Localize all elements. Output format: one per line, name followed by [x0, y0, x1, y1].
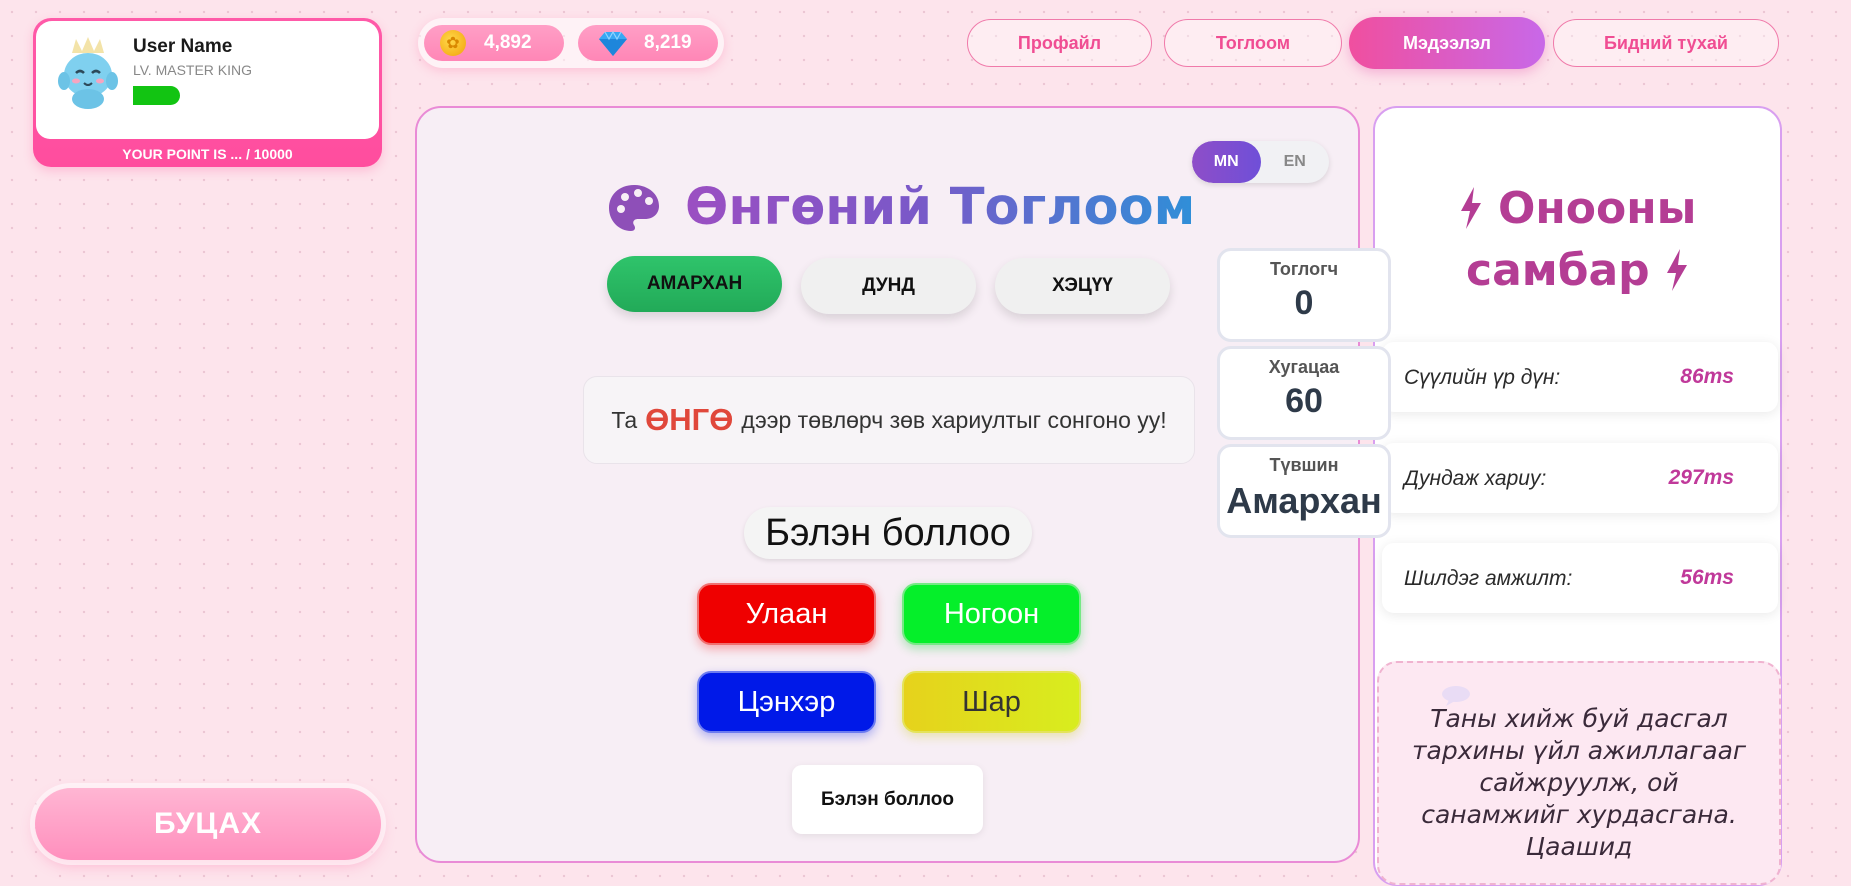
coin-count: 4,892: [484, 32, 532, 53]
user-level: LV. MASTER KING: [133, 62, 253, 78]
tip-text: Таны хийж буй дасгал тархины үйл ажиллаг…: [1411, 704, 1747, 861]
stat-level-label: Түвшин: [1269, 455, 1339, 475]
palette-icon: [609, 184, 659, 231]
user-name: User Name: [133, 36, 233, 57]
diamond-icon: [599, 30, 627, 56]
ready-button[interactable]: Бэлэн боллоо: [792, 765, 983, 834]
stat-level-value: Амархан: [1226, 480, 1382, 521]
game-title: Өнгөний Тоглоом: [607, 178, 1195, 237]
score-value-average: 297ms: [1668, 466, 1734, 489]
game-status-display: Бэлэн боллоо: [744, 507, 1032, 559]
user-card-inner: User Name LV. MASTER KING: [36, 21, 379, 139]
tab-game[interactable]: Тоглоом: [1164, 19, 1342, 67]
stat-player: Тоглогч 0: [1217, 248, 1391, 342]
lightning-icon: [1460, 187, 1481, 229]
tip-box: Таны хийж буй дасгал тархины үйл ажиллаг…: [1377, 661, 1781, 885]
stat-time: Хугацаа 60: [1217, 346, 1391, 440]
score-row-last: Сүүлийн үр дүн: 86ms: [1382, 342, 1778, 412]
lang-en-button[interactable]: EN: [1261, 141, 1330, 183]
tab-info[interactable]: Мэдээлэл: [1349, 17, 1545, 69]
tab-profile[interactable]: Профайл: [967, 19, 1152, 67]
score-label-best: Шилдэг амжилт:: [1404, 567, 1573, 590]
score-row-average: Дундаж хариу: 297ms: [1382, 443, 1778, 513]
language-toggle: MN EN: [1192, 141, 1329, 183]
level-progress-bar: [133, 86, 227, 105]
difficulty-hard-button[interactable]: ХЭЦҮҮ: [995, 258, 1170, 314]
level-progress-fill: [133, 86, 180, 105]
lightning-icon: [1666, 249, 1687, 291]
scoreboard-panel: Онооны самбар Сүүлийн үр дүн: 86ms Дунда…: [1373, 106, 1782, 886]
game-title-text: Өнгөний Тоглоом: [685, 178, 1196, 237]
scoreboard-title-line2: самбар: [1466, 245, 1650, 296]
instruction-box: Та ӨНГӨ дээр төвлөрч зөв хариултыг сонго…: [583, 376, 1195, 464]
user-card: User Name LV. MASTER KING YOUR POINT IS …: [33, 18, 382, 167]
scoreboard-title-line1: Онооны: [1497, 183, 1697, 234]
gem-balance: 8,219: [578, 25, 718, 61]
instruction-prefix: Та: [611, 406, 638, 433]
stat-time-label: Хугацаа: [1268, 357, 1340, 377]
instruction-suffix: дээр төвлөрч зөв хариултыг сонгоно уу!: [741, 406, 1167, 433]
back-button[interactable]: БУЦАХ: [35, 788, 381, 860]
color-button-green[interactable]: Ногоон: [902, 583, 1081, 645]
coin-balance: ✿ 4,892: [424, 25, 564, 61]
score-value-last: 86ms: [1680, 365, 1734, 388]
tab-about-us[interactable]: Бидний тухай: [1553, 19, 1779, 67]
stat-player-value: 0: [1294, 284, 1314, 322]
score-row-best: Шилдэг амжилт: 56ms: [1382, 543, 1778, 613]
stat-time-value: 60: [1285, 382, 1323, 420]
score-label-last: Сүүлийн үр дүн:: [1404, 366, 1561, 389]
lang-mn-button[interactable]: MN: [1192, 141, 1261, 183]
color-button-yellow[interactable]: Шар: [902, 671, 1081, 733]
score-value-best: 56ms: [1680, 566, 1734, 589]
stat-level: Түвшин Амархан: [1217, 444, 1391, 538]
currency-bar: ✿ 4,892 8,219: [418, 18, 724, 68]
score-label-average: Дундаж хариу:: [1404, 467, 1547, 490]
difficulty-easy-button[interactable]: АМАРХАН: [607, 256, 782, 312]
instruction-highlight: ӨНГӨ: [645, 402, 734, 437]
stat-player-label: Тоглогч: [1269, 259, 1339, 279]
gem-count: 8,219: [644, 32, 692, 53]
color-button-blue[interactable]: Цэнхэр: [697, 671, 876, 733]
color-button-red[interactable]: Улаан: [697, 583, 876, 645]
monster-avatar-icon: [58, 37, 118, 109]
coin-icon: ✿: [440, 30, 466, 56]
difficulty-medium-button[interactable]: ДУНД: [801, 258, 976, 314]
scoreboard-title: Онооны самбар: [1375, 178, 1780, 302]
user-points: YOUR POINT IS ... / 10000: [122, 146, 293, 162]
